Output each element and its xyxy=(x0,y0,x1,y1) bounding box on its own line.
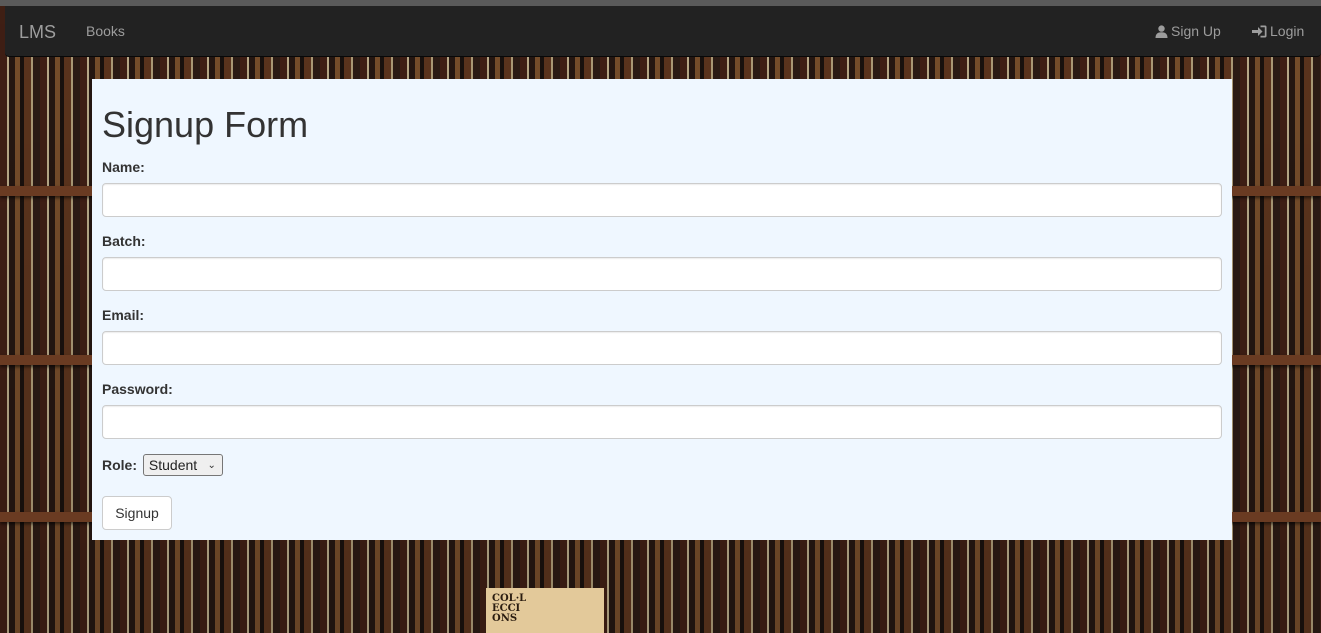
batch-input[interactable] xyxy=(102,257,1222,291)
signup-button[interactable]: Signup xyxy=(102,496,172,530)
signup-form-panel: Signup Form Name: Batch: Email: Password… xyxy=(92,79,1232,540)
book-cover-collections: COL·L ECCI ONS xyxy=(486,588,604,633)
nav-books-link[interactable]: Books xyxy=(86,23,125,39)
role-label: Role: xyxy=(102,457,137,473)
role-selected-value: Student xyxy=(148,457,198,473)
nav-signup-link[interactable]: Sign Up xyxy=(1155,23,1221,39)
user-icon xyxy=(1155,25,1168,38)
password-input[interactable] xyxy=(102,405,1222,439)
log-in-icon xyxy=(1252,25,1267,38)
role-select[interactable]: Student ⌄ xyxy=(142,454,223,476)
role-row: Role: Student ⌄ xyxy=(102,454,223,476)
name-label: Name: xyxy=(102,159,145,175)
book-cover-text: ONS xyxy=(492,613,518,624)
name-input[interactable] xyxy=(102,183,1222,217)
batch-label: Batch: xyxy=(102,233,146,249)
email-input[interactable] xyxy=(102,331,1222,365)
brand-link[interactable]: LMS xyxy=(19,22,56,43)
nav-login-link[interactable]: Login xyxy=(1252,23,1304,39)
email-label: Email: xyxy=(102,307,145,323)
page-title: Signup Form xyxy=(102,104,309,145)
password-label: Password: xyxy=(102,381,173,397)
nav-login-label: Login xyxy=(1270,23,1305,39)
chevron-down-icon: ⌄ xyxy=(207,460,216,471)
navbar: LMS Books Sign Up Login xyxy=(5,6,1321,57)
nav-signup-label: Sign Up xyxy=(1171,23,1221,39)
